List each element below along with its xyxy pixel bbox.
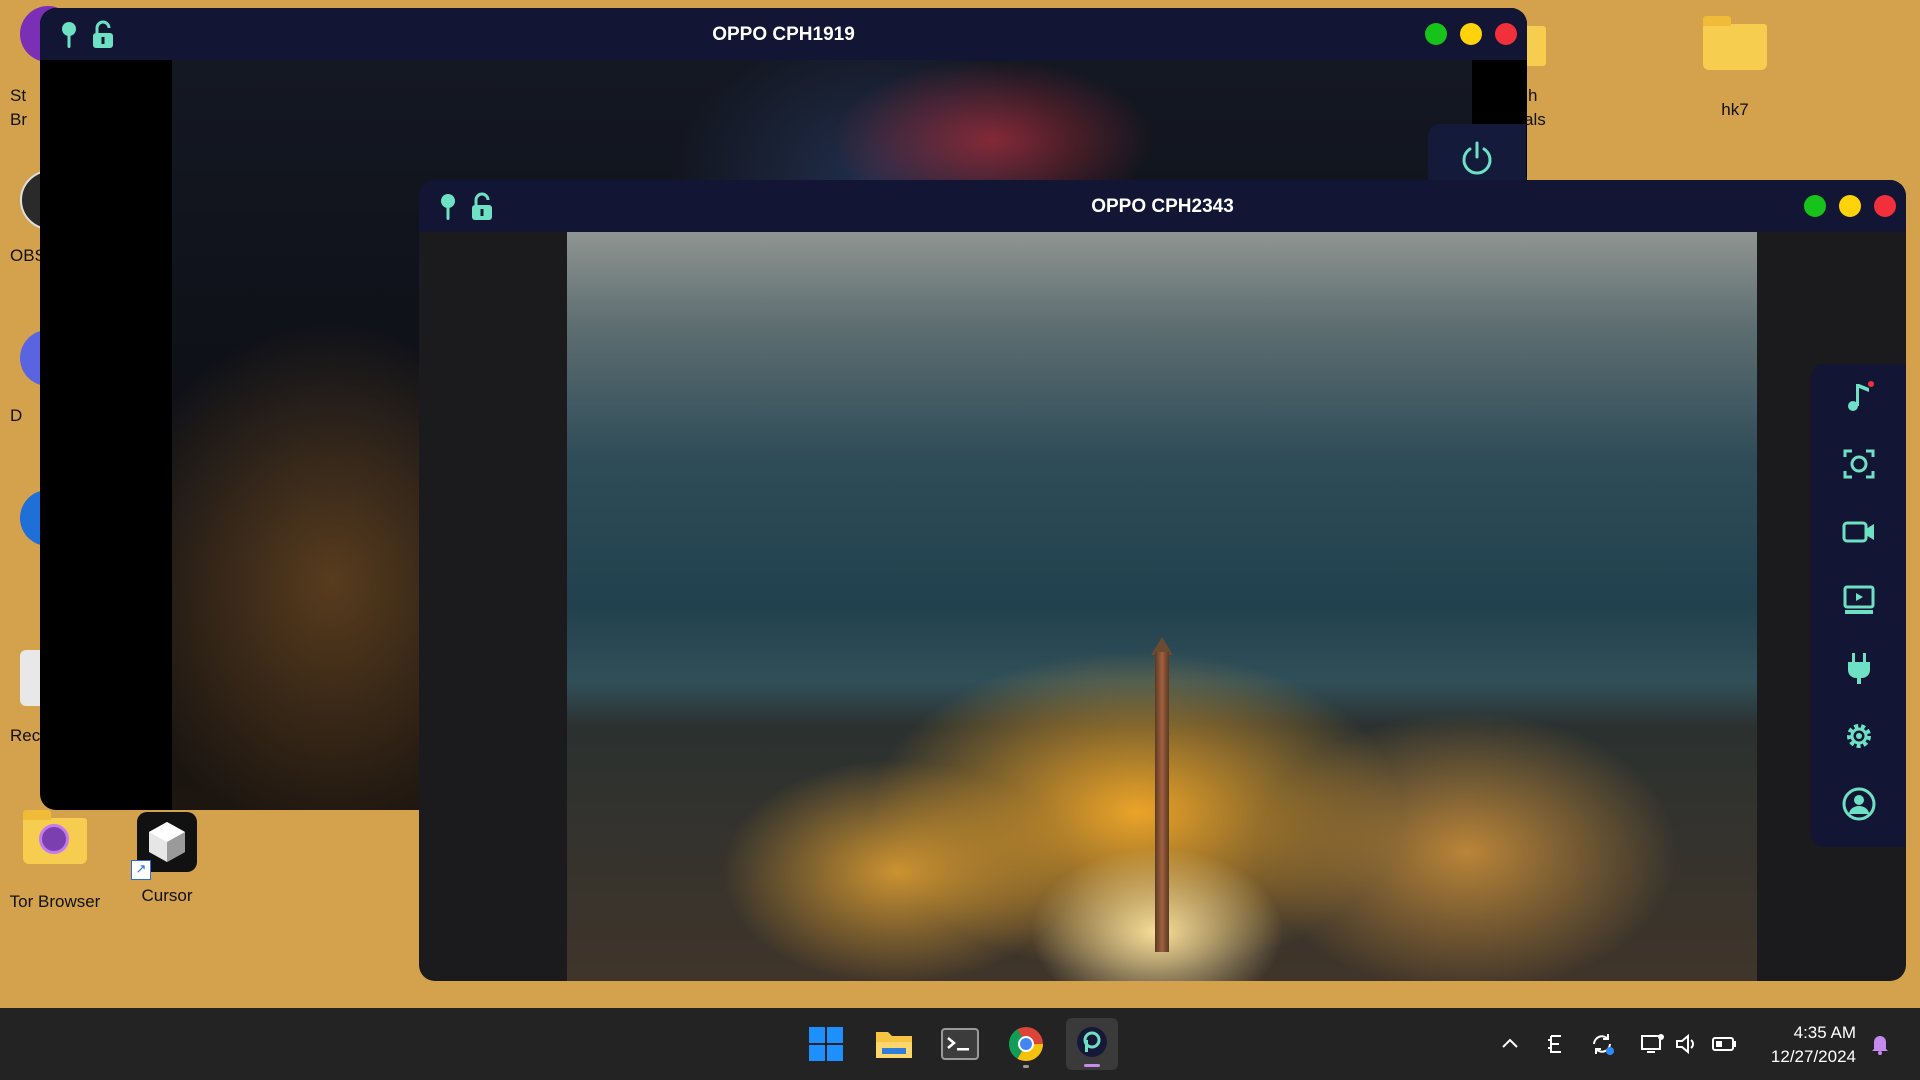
window-titlebar[interactable]: OPPO CPH2343: [419, 180, 1906, 232]
account-icon[interactable]: [1839, 784, 1879, 824]
window-title: OPPO CPH1919: [712, 24, 855, 45]
desktop-icon-label: Br: [10, 110, 27, 129]
desktop-icon-cursor[interactable]: ↗ Cursor: [112, 812, 222, 906]
video-record-icon[interactable]: [1839, 512, 1879, 552]
minimize-button[interactable]: [1839, 195, 1861, 217]
desktop-icon-hk7[interactable]: hk7: [1680, 16, 1790, 120]
taskbar: 4:35 AM 12/27/2024: [0, 1008, 1920, 1080]
battery-icon[interactable]: [1710, 1030, 1738, 1058]
window-title: OPPO CPH2343: [1091, 196, 1234, 217]
rocket-shape: [1155, 652, 1169, 952]
phone-mirror-app-icon: [1077, 1027, 1107, 1067]
phone-mirror-app-button[interactable]: [1066, 1018, 1118, 1070]
settings-gear-icon[interactable]: [1839, 716, 1879, 756]
desktop-icon-label: hk7: [1721, 100, 1749, 119]
minimize-button[interactable]: [1460, 23, 1482, 45]
desktop-icon-label: als: [1524, 110, 1546, 129]
close-button[interactable]: [1495, 23, 1517, 45]
screenshot-icon[interactable]: [1839, 444, 1879, 484]
bell-icon[interactable]: [1866, 1030, 1894, 1058]
maximize-button[interactable]: [1425, 23, 1447, 45]
phone-screen-video[interactable]: [567, 232, 1757, 981]
desktop-icon-label: Cursor: [141, 886, 193, 905]
terminal-icon[interactable]: [934, 1018, 986, 1070]
folder-icon: [1703, 16, 1767, 70]
screen-cast-icon[interactable]: [1839, 580, 1879, 620]
music-note-icon[interactable]: [1839, 376, 1879, 416]
maximize-button[interactable]: [1804, 195, 1826, 217]
chrome-icon[interactable]: [1000, 1018, 1052, 1070]
close-button[interactable]: [1874, 195, 1896, 217]
chevron-up-icon[interactable]: [1496, 1030, 1524, 1058]
sync-icon[interactable]: [1588, 1030, 1616, 1058]
clock[interactable]: 4:35 AM 12/27/2024: [1771, 1021, 1856, 1069]
desktop-icon-label: St: [10, 86, 27, 105]
network-icon[interactable]: [1638, 1030, 1666, 1058]
windows-start-icon[interactable]: [800, 1018, 852, 1070]
phone-mirror-window-cph2343[interactable]: OPPO CPH2343: [419, 180, 1906, 981]
input-indicator-icon[interactable]: [1542, 1030, 1570, 1058]
power-icon[interactable]: [1457, 138, 1497, 178]
window-titlebar[interactable]: OPPO CPH1919: [40, 8, 1527, 60]
shortcut-arrow-icon: ↗: [131, 860, 151, 880]
device-control-sidebar: [1811, 364, 1906, 847]
desktop-icon-tor-browser[interactable]: Tor Browser: [0, 810, 110, 912]
volume-icon[interactable]: [1672, 1030, 1700, 1058]
file-explorer-icon[interactable]: [868, 1018, 920, 1070]
clock-time: 4:35 AM: [1793, 1023, 1856, 1042]
desktop-icon-label: h: [1528, 86, 1538, 105]
tor-browser-icon: [23, 810, 87, 864]
plug-icon[interactable]: [1839, 648, 1879, 688]
clock-date: 12/27/2024: [1770, 1047, 1856, 1066]
desktop-icon-label: Rec: [10, 726, 41, 745]
desktop-icon-label: Tor Browser: [9, 892, 101, 911]
desktop-icon-label: D: [10, 406, 23, 425]
